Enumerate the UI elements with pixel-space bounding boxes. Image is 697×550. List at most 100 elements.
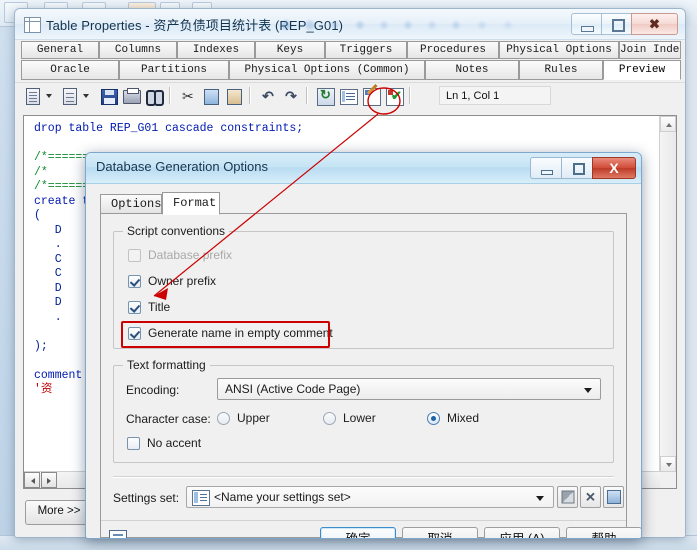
toolbar-separator-3 [306,87,308,104]
find-icon[interactable] [144,86,164,106]
settings-separator [113,476,614,478]
tab-rules[interactable]: Rules [519,60,603,80]
encoding-chevron-down-icon[interactable] [584,388,592,393]
dialog-window-controls: X [530,157,636,179]
tab-preview[interactable]: Preview [603,60,681,80]
database-prefix-label: Database prefix [148,248,233,262]
save-settings-icon[interactable] [557,486,578,508]
dialog-minimize-button[interactable] [530,157,562,179]
new-document-icon[interactable] [23,86,43,106]
encoding-label: Encoding: [126,383,180,397]
screenshot-root: Table Properties - 资产负债项目统计表 (REP_G01) ✖… [0,0,697,550]
scroll-up-arrow-icon[interactable] [660,116,676,132]
tab-physical-options-common[interactable]: Physical Options (Common) [229,60,425,80]
character-case-upper-option[interactable]: Upper [217,411,270,425]
database-prefix-row[interactable]: Database prefix [128,248,232,262]
refresh-icon[interactable] [315,86,335,106]
tab-physical-options[interactable]: Physical Options [499,41,619,59]
window-controls: ✖ [571,13,678,35]
dialog-close-button[interactable]: X [592,157,636,179]
undo-icon[interactable]: ↶ [258,86,278,106]
tab-strip-row-2: Oracle Partitions Physical Options (Comm… [15,60,685,82]
cancel-button[interactable]: 取消 [402,527,478,538]
redo-icon[interactable]: ↷ [281,86,301,106]
apply-button[interactable]: 应用 (A) [484,527,560,538]
print-icon[interactable] [121,86,141,106]
encoding-combobox[interactable]: ANSI (Active Code Page) [217,378,601,400]
edit-document-dropdown-caret-icon[interactable] [83,94,89,98]
tab-triggers[interactable]: Triggers [325,41,407,59]
tab-strip-row-1: General Columns Indexes Keys Triggers Pr… [15,40,685,60]
scroll-down-arrow-icon[interactable] [660,456,676,472]
paste-icon[interactable] [224,86,244,106]
edit-script-icon[interactable] [361,86,381,106]
no-accent-checkbox[interactable] [127,436,140,450]
tab-oracle[interactable]: Oracle [21,60,119,80]
owner-prefix-label: Owner prefix [148,274,217,288]
encoding-value: ANSI (Active Code Page) [225,382,361,396]
cursor-position-label: Ln 1, Col 1 [439,86,551,105]
list-icon[interactable] [338,86,358,106]
check-script-icon[interactable] [384,86,404,106]
dialog-title: Database Generation Options [96,159,268,174]
scroll-right-arrow-icon[interactable] [41,472,57,488]
save-icon[interactable] [98,86,118,106]
generate-name-checkbox[interactable] [128,326,141,340]
owner-prefix-checkbox[interactable] [128,274,141,288]
settings-set-value: <Name your settings set> [214,490,351,504]
report-icon[interactable] [109,530,127,538]
dialog-title-bar[interactable]: Database Generation Options X [86,153,641,184]
maximize-button[interactable] [601,13,632,35]
ok-button[interactable]: 确定 [320,527,396,538]
tab-general[interactable]: General [21,41,99,59]
more-button[interactable]: More >> [25,500,93,525]
no-accent-row[interactable]: No accent [127,436,201,450]
editor-vertical-scrollbar[interactable] [659,116,676,472]
text-formatting-group: Text formatting Encoding: ANSI (Active C… [113,358,614,463]
settings-set-chevron-down-icon[interactable] [536,496,544,501]
help-button[interactable]: 帮助 [566,527,641,538]
tab-columns[interactable]: Columns [99,41,177,59]
new-document-dropdown-caret-icon[interactable] [46,94,52,98]
tab-indexes[interactable]: Indexes [177,41,255,59]
owner-prefix-row[interactable]: Owner prefix [128,274,216,288]
settings-set-label: Settings set: [113,491,180,505]
tab-partitions[interactable]: Partitions [119,60,229,80]
settings-set-combobox[interactable]: <Name your settings set> [186,486,554,508]
delete-settings-icon[interactable]: ✕ [580,486,601,508]
upper-radio[interactable] [217,411,230,425]
dialog-maximize-button[interactable] [561,157,593,179]
dialog-tab-format[interactable]: Format [162,192,220,215]
toolbar-separator-4 [409,87,411,104]
dialog-footer-separator [101,520,626,521]
minimize-button[interactable] [571,13,602,35]
database-prefix-checkbox[interactable] [128,248,141,262]
edit-document-icon[interactable] [60,86,80,106]
cut-icon[interactable]: ✂ [178,86,198,106]
generate-name-row[interactable]: Generate name in empty comment [128,326,333,340]
window-title-bar[interactable]: Table Properties - 资产负债项目统计表 (REP_G01) ✖ [15,9,685,40]
script-conventions-legend: Script conventions [123,224,230,238]
tab-procedures[interactable]: Procedures [407,41,499,59]
toolbar-separator-2 [249,87,251,104]
settings-properties-icon[interactable] [603,486,624,508]
database-generation-options-dialog: Database Generation Options X Options Fo… [85,152,642,539]
title-label: Title [148,300,171,314]
title-row[interactable]: Title [128,300,170,314]
mixed-radio[interactable] [427,411,440,425]
title-checkbox[interactable] [128,300,141,314]
close-button[interactable]: ✖ [631,13,678,35]
character-case-mixed-option[interactable]: Mixed [427,411,479,425]
dialog-tab-strip: Options Format [100,192,641,215]
scrollbar-corner [660,472,676,488]
scroll-left-arrow-icon[interactable] [24,472,40,488]
tab-join-index[interactable]: Join Index [619,41,681,59]
character-case-lower-option[interactable]: Lower [323,411,376,425]
dialog-tab-options[interactable]: Options [100,194,162,214]
copy-icon[interactable] [201,86,221,106]
tab-keys[interactable]: Keys [255,41,325,59]
window-title: Table Properties - 资产负债项目统计表 (REP_G01) [46,18,344,33]
tab-notes[interactable]: Notes [425,60,519,80]
settings-set-buttons: ✕ [557,486,627,508]
lower-radio[interactable] [323,411,336,425]
